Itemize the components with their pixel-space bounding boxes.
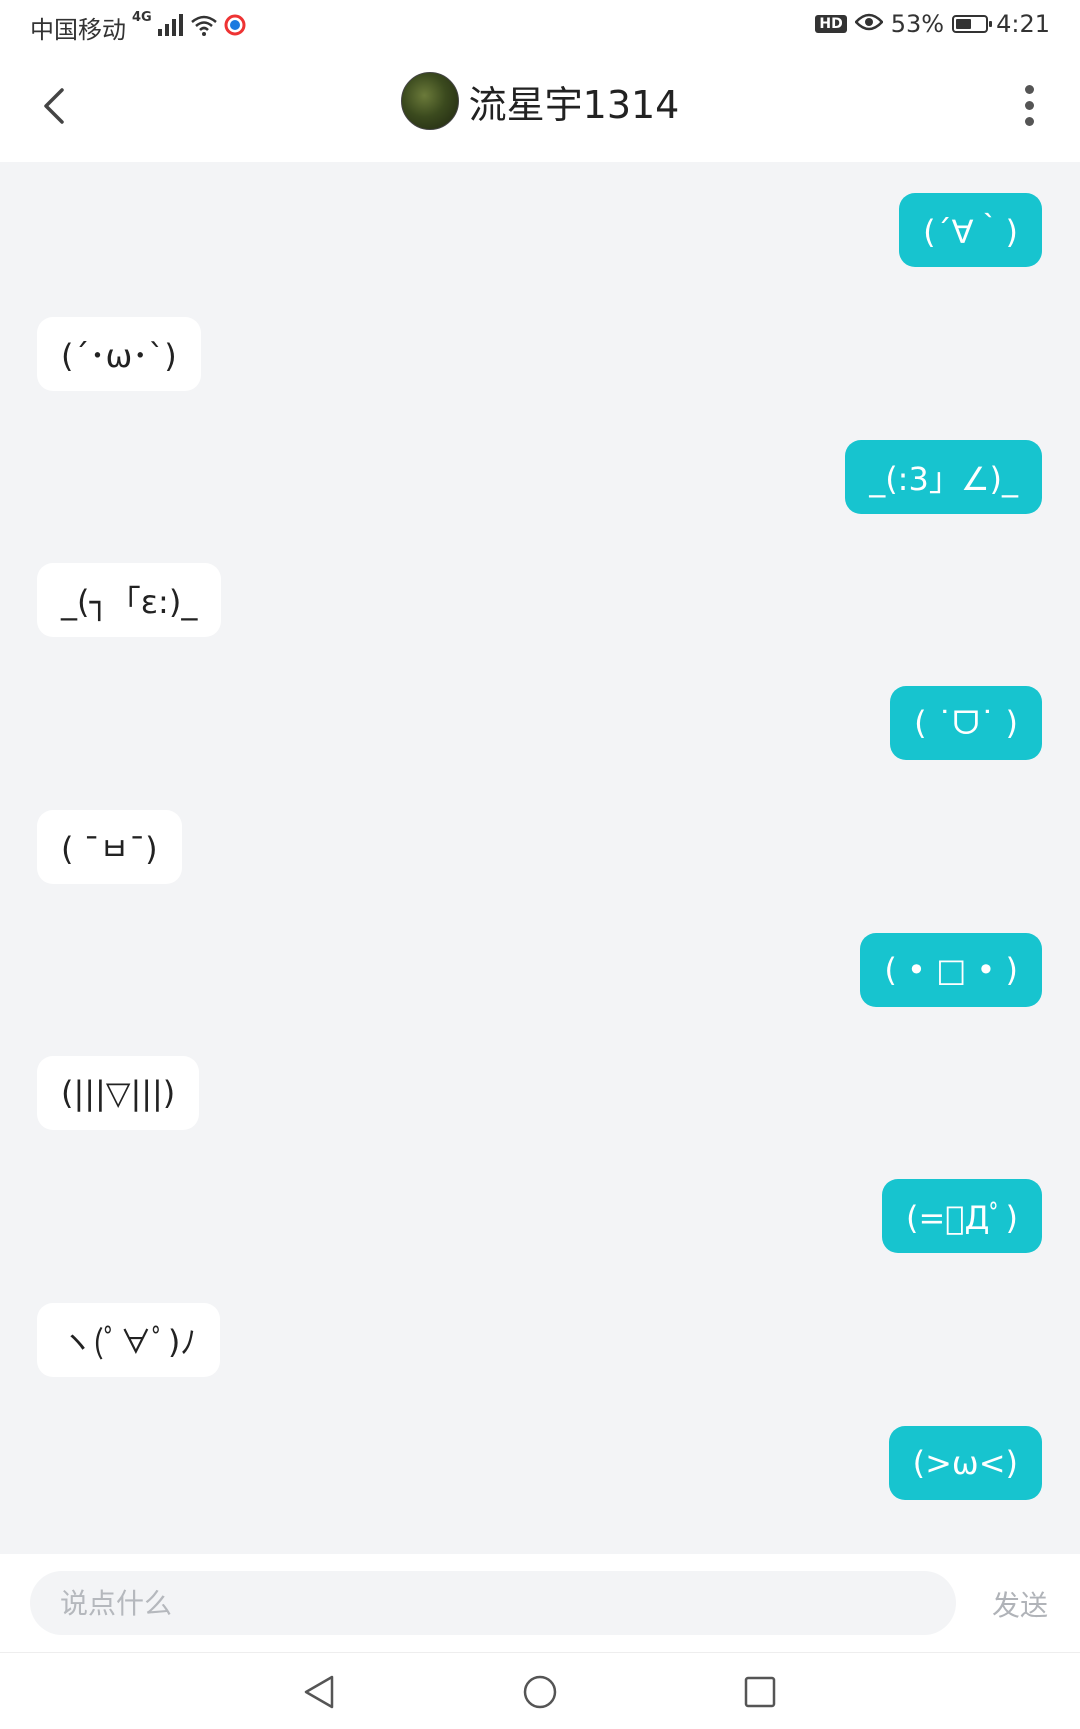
hd-badge: HD	[815, 15, 847, 33]
status-left: 中国移动 4G	[30, 10, 246, 45]
square-recents-icon	[744, 1676, 776, 1708]
nav-back-button[interactable]	[294, 1667, 344, 1717]
send-button[interactable]: 发送	[992, 1584, 1048, 1624]
clock: 4:21	[996, 10, 1050, 38]
network-type-label: 4G	[132, 10, 152, 25]
message-input[interactable]	[30, 1571, 956, 1635]
battery-percent: 53%	[890, 10, 945, 38]
more-dot-icon	[1024, 116, 1034, 126]
app-notification-icon	[224, 14, 246, 42]
chat-message-list[interactable]: (´∀｀) (´･ω･`) _(:3」∠)_ _(┐「ε:)_ ( ˙ᗜ˙ ) …	[0, 162, 1080, 1554]
message-bubble-received[interactable]: (´･ω･`)	[37, 317, 201, 391]
message-bubble-sent[interactable]: ( • □ • )	[860, 933, 1042, 1007]
title-group: 流星宇1314	[0, 72, 1080, 130]
chat-header: 流星宇1314	[0, 50, 1080, 162]
message-bubble-received[interactable]: (|||▽|||)	[37, 1056, 200, 1130]
more-dot-icon	[1024, 84, 1034, 94]
wifi-icon	[190, 14, 218, 42]
more-options-button[interactable]	[1004, 80, 1054, 130]
page-title: 流星宇1314	[468, 82, 680, 127]
message-input-bar: 发送	[0, 1554, 1080, 1652]
message-bubble-sent[interactable]: (=ﾟДﾟ)	[882, 1179, 1042, 1253]
eye-comfort-icon	[854, 10, 884, 38]
status-bar: 中国移动 4G HD 53% 4:21	[0, 0, 1080, 50]
system-nav-bar	[0, 1652, 1080, 1729]
message-bubble-sent[interactable]: (´∀｀)	[899, 193, 1042, 267]
message-bubble-received[interactable]: ( ¯ㅂ¯)	[37, 810, 182, 884]
battery-icon	[952, 15, 993, 33]
message-bubble-received[interactable]: _(┐「ε:)_	[37, 563, 222, 637]
triangle-back-icon	[304, 1675, 334, 1709]
signal-icon	[157, 13, 184, 42]
more-dot-icon	[1024, 100, 1034, 110]
circle-home-icon	[523, 1675, 557, 1709]
carrier-label: 中国移动	[30, 16, 126, 44]
avatar[interactable]	[400, 72, 459, 130]
message-bubble-sent[interactable]: ( ˙ᗜ˙ )	[890, 686, 1042, 760]
nav-home-button[interactable]	[515, 1667, 565, 1717]
nav-recents-button[interactable]	[735, 1667, 785, 1717]
battery-level	[956, 19, 972, 29]
status-right: HD 53% 4:21	[815, 10, 1050, 38]
message-bubble-sent[interactable]: (>ω<)	[888, 1426, 1042, 1500]
message-bubble-received[interactable]: ヽ(ﾟ∀ﾟ)ﾉ	[37, 1303, 221, 1377]
message-bubble-sent[interactable]: _(:3」∠)_	[845, 440, 1042, 514]
